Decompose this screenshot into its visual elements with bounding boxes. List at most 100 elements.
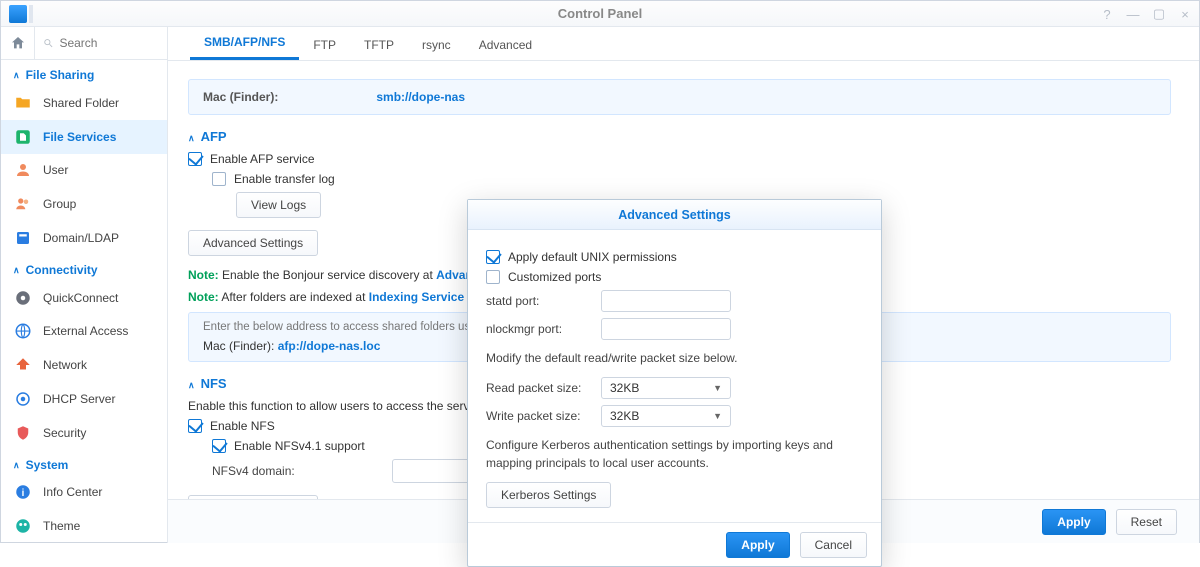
dialog-title: Advanced Settings (468, 200, 881, 230)
afp-mac-label: Mac (Finder): (203, 339, 274, 353)
sidebar-section-system[interactable]: System (1, 450, 167, 476)
info-icon: i (13, 482, 33, 502)
sidebar-item-label: Shared Folder (43, 96, 119, 110)
smb-mac-address: smb://dope-nas (376, 90, 465, 104)
statd-port-input[interactable] (601, 290, 731, 312)
tab-ftp[interactable]: FTP (299, 30, 350, 60)
dialog-footer: Apply Cancel (468, 522, 881, 566)
sidebar: File Sharing Shared Folder File Services… (1, 27, 168, 543)
sidebar-item-external-access[interactable]: External Access (1, 315, 167, 349)
sidebar-item-label: Theme (43, 519, 80, 533)
write-packet-label: Write packet size: (486, 409, 591, 423)
nfs-v4domain-label: NFSv4 domain: (212, 464, 382, 478)
statd-port-label: statd port: (486, 294, 591, 308)
afp-transfer-log-checkbox[interactable] (212, 172, 226, 186)
unix-permissions-checkbox[interactable] (486, 250, 500, 264)
packet-size-text: Modify the default read/write packet siz… (486, 350, 863, 367)
quickconnect-icon (13, 288, 33, 308)
afp-section-header[interactable]: AFP (188, 129, 1171, 144)
chevron-down-icon: ▼ (713, 411, 722, 421)
network-icon (13, 355, 33, 375)
sidebar-section-connectivity[interactable]: Connectivity (1, 255, 167, 281)
window-titlebar: Control Panel ? — ▢ × (1, 1, 1199, 27)
help-button[interactable]: ? (1099, 6, 1115, 22)
nlockmgr-port-label: nlockmgr port: (486, 322, 591, 336)
afp-mac-address: afp://dope-nas.loc (278, 339, 381, 353)
home-button[interactable] (1, 27, 35, 59)
folder-icon (13, 93, 33, 113)
globe-icon (13, 321, 33, 341)
sidebar-item-label: QuickConnect (43, 291, 118, 305)
sidebar-item-shared-folder[interactable]: Shared Folder (1, 86, 167, 120)
tab-advanced[interactable]: Advanced (465, 30, 546, 60)
tab-tftp[interactable]: TFTP (350, 30, 408, 60)
tab-smb-afp-nfs[interactable]: SMB/AFP/NFS (190, 27, 299, 60)
user-icon (13, 160, 33, 180)
dhcp-icon (13, 389, 33, 409)
sidebar-item-label: Info Center (43, 485, 102, 499)
sidebar-item-file-services[interactable]: File Services (1, 120, 167, 154)
sidebar-item-network[interactable]: Network (1, 348, 167, 382)
file-services-icon (13, 127, 33, 147)
sidebar-topbar (1, 27, 167, 60)
dialog-apply-button[interactable]: Apply (726, 532, 789, 558)
dialog-body: Apply default UNIX permissions Customize… (468, 230, 881, 522)
afp-enable-label: Enable AFP service (210, 152, 315, 166)
search-icon (43, 37, 53, 49)
view-logs-button[interactable]: View Logs (236, 192, 321, 218)
dialog-cancel-button[interactable]: Cancel (800, 532, 867, 558)
sidebar-item-label: Security (43, 426, 86, 440)
customized-ports-checkbox[interactable] (486, 270, 500, 284)
reset-button[interactable]: Reset (1116, 509, 1177, 535)
maximize-button[interactable]: ▢ (1151, 6, 1167, 22)
search-input[interactable] (57, 35, 159, 51)
smb-address-box: Mac (Finder): smb://dope-nas (188, 79, 1171, 115)
sidebar-section-file-sharing[interactable]: File Sharing (1, 60, 167, 86)
sidebar-item-dhcp-server[interactable]: DHCP Server (1, 382, 167, 416)
nfs-enable-checkbox[interactable] (188, 419, 202, 433)
tab-rsync[interactable]: rsync (408, 30, 465, 60)
group-icon (13, 194, 33, 214)
theme-icon (13, 516, 33, 536)
afp-enable-row: Enable AFP service (188, 152, 1171, 166)
search-field[interactable] (35, 27, 167, 59)
nlockmgr-port-input[interactable] (601, 318, 731, 340)
window-title: Control Panel (1, 6, 1199, 21)
afp-enable-checkbox[interactable] (188, 152, 202, 166)
sidebar-item-label: File Services (43, 130, 116, 144)
sidebar-item-theme[interactable]: Theme (1, 509, 167, 543)
read-packet-select[interactable]: 32KB▼ (601, 377, 731, 399)
tabs: SMB/AFP/NFS FTP TFTP rsync Advanced (168, 27, 1199, 61)
sidebar-item-security[interactable]: Security (1, 416, 167, 450)
sidebar-item-group[interactable]: Group (1, 187, 167, 221)
afp-advanced-settings-button[interactable]: Advanced Settings (188, 230, 318, 256)
sidebar-item-user[interactable]: User (1, 154, 167, 188)
sidebar-item-quickconnect[interactable]: QuickConnect (1, 281, 167, 315)
nfs-enable-label: Enable NFS (210, 419, 275, 433)
customized-ports-label: Customized ports (508, 270, 601, 284)
sidebar-item-info-center[interactable]: i Info Center (1, 476, 167, 510)
read-packet-label: Read packet size: (486, 381, 591, 395)
svg-text:i: i (22, 488, 25, 499)
sidebar-item-label: User (43, 163, 68, 177)
sidebar-item-domain-ldap[interactable]: Domain/LDAP (1, 221, 167, 255)
advanced-settings-dialog: Advanced Settings Apply default UNIX per… (467, 199, 882, 567)
nfs-v41-label: Enable NFSv4.1 support (234, 439, 365, 453)
shield-icon (13, 423, 33, 443)
chevron-down-icon: ▼ (713, 383, 722, 393)
kerberos-settings-button[interactable]: Kerberos Settings (486, 482, 611, 508)
smb-mac-label: Mac (Finder): (203, 90, 373, 104)
afp-transfer-log-label: Enable transfer log (234, 172, 335, 186)
minimize-button[interactable]: — (1125, 6, 1141, 22)
write-packet-select[interactable]: 32KB▼ (601, 405, 731, 427)
sidebar-item-label: Network (43, 358, 87, 372)
sidebar-item-label: External Access (43, 324, 128, 338)
apply-button[interactable]: Apply (1042, 509, 1105, 535)
close-button[interactable]: × (1177, 6, 1193, 22)
sidebar-item-label: DHCP Server (43, 392, 115, 406)
nfs-v41-checkbox[interactable] (212, 439, 226, 453)
sidebar-item-label: Domain/LDAP (43, 231, 119, 245)
afp-transfer-log-row: Enable transfer log (212, 172, 1171, 186)
sidebar-item-label: Group (43, 197, 76, 211)
unix-permissions-label: Apply default UNIX permissions (508, 250, 677, 264)
